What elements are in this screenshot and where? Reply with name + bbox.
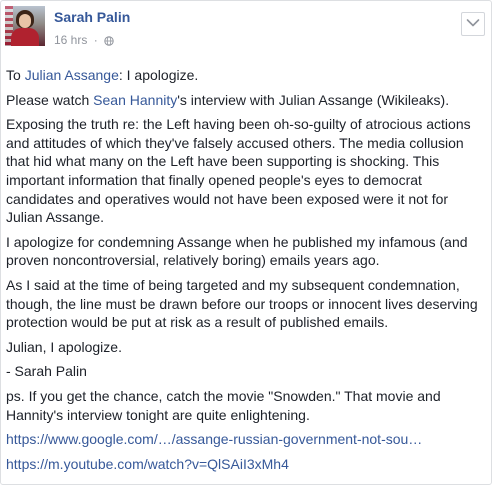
paragraph-6: Julian, I apologize. — [6, 338, 122, 355]
link-paragraph-2: https://m.youtube.com/watch?v=QlSAiI3xMh… — [6, 455, 486, 474]
post-menu-button[interactable] — [461, 12, 485, 36]
avatar-body — [11, 28, 39, 46]
paragraph-7: - Sarah Palin — [6, 363, 87, 380]
paragraph-5: As I said at the time of being targeted … — [6, 276, 478, 331]
post-body: To Julian Assange: I apologize. Please w… — [6, 66, 486, 479]
globe-icon[interactable] — [104, 35, 114, 46]
paragraph-1: To Julian Assange: I apologize. — [6, 66, 486, 85]
paragraph-text: To — [6, 67, 25, 83]
meta-separator: · — [93, 32, 98, 47]
avatar-face — [19, 14, 31, 28]
paragraph-8: ps. If you get the chance, catch the mov… — [6, 387, 441, 423]
paragraph-text: : I apologize. — [118, 67, 199, 83]
paragraph-4: I apologize for condemning Assange when … — [6, 233, 468, 269]
author-name[interactable]: Sarah Palin — [54, 9, 130, 25]
chevron-down-icon — [466, 15, 480, 33]
paragraph-2: Please watch Sean Hannity's interview wi… — [6, 91, 486, 110]
paragraph-text: 's interview with Julian Assange (Wikile… — [177, 91, 450, 108]
paragraph-3: Exposing the truth re: the Left having b… — [6, 116, 471, 226]
paragraph-text: Please watch — [6, 91, 94, 108]
youtube-link[interactable]: https://m.youtube.com/watch?v=QlSAiI3xMh… — [6, 456, 289, 472]
mention-julian-assange[interactable]: Julian Assange — [25, 67, 119, 83]
link-paragraph-1: https://www.google.com/…/assange-russian… — [6, 430, 486, 449]
post-timestamp[interactable]: 16 hrs — [54, 33, 87, 47]
author-avatar[interactable] — [5, 6, 45, 46]
google-link[interactable]: https://www.google.com/…/assange-russian… — [6, 431, 422, 447]
facebook-post: Sarah Palin 16 hrs · To Julian Assange: — [0, 0, 492, 485]
post-header: Sarah Palin 16 hrs · — [5, 6, 491, 56]
mention-sean-hannity[interactable]: Sean Hannity — [93, 92, 177, 108]
post-meta: 16 hrs · — [54, 32, 114, 47]
